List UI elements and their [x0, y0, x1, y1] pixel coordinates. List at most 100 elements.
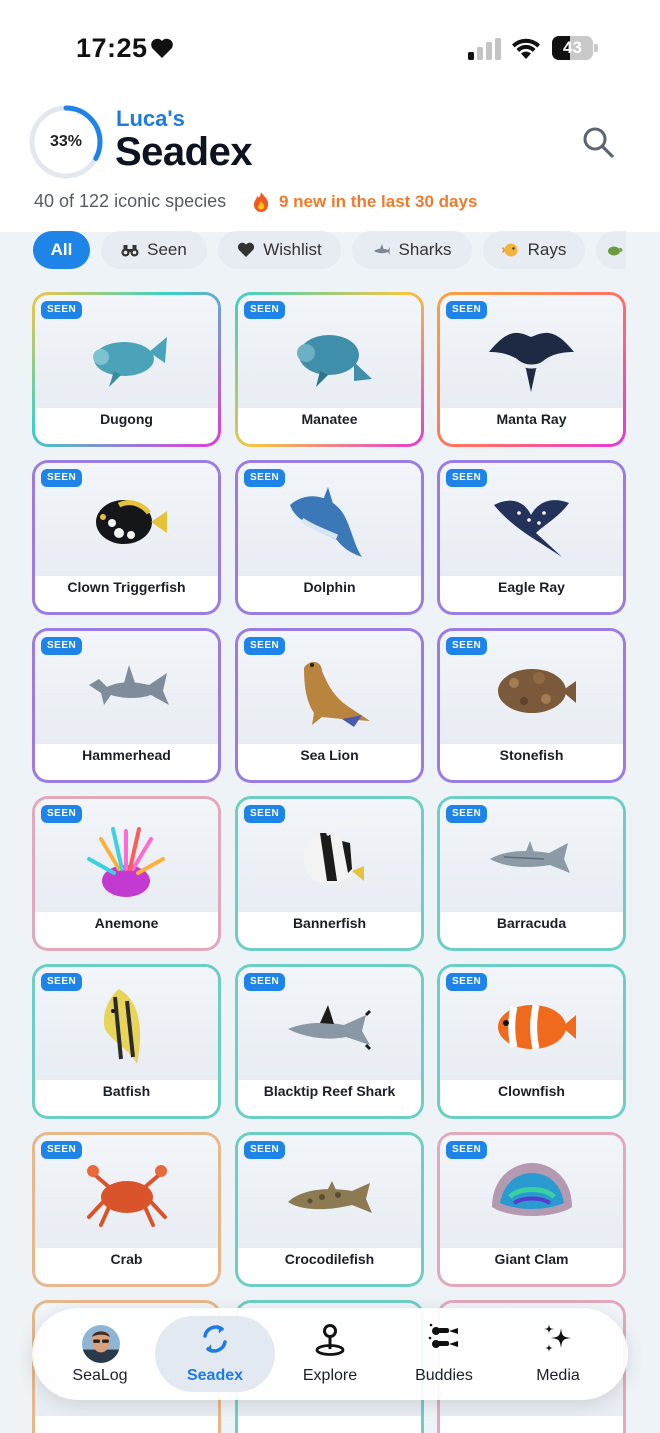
status-bar: 17:25 43: [0, 0, 660, 96]
page-title: Seadex: [115, 130, 253, 174]
seen-badge: SEEN: [244, 805, 286, 823]
manta-ray-icon: [489, 332, 574, 392]
filter-chip-rays[interactable]: Rays: [483, 231, 585, 269]
species-card-dugong[interactable]: SEEN Dugong: [32, 292, 221, 447]
species-card-dolphin[interactable]: SEEN Dolphin: [235, 460, 424, 615]
filter-chip-wishlist[interactable]: Wishlist: [218, 231, 341, 269]
species-name: Stonefish: [499, 747, 564, 763]
tab-bar: SeaLog Seadex Explore Buddies Media: [32, 1308, 628, 1400]
refresh-icon: [203, 1325, 227, 1353]
species-card-body: SEEN Dolphin: [238, 463, 421, 612]
seen-badge: SEEN: [446, 1141, 488, 1159]
seen-badge: SEEN: [446, 637, 488, 655]
turtle-icon: [608, 246, 623, 256]
filter-chip-label: Rays: [527, 240, 567, 259]
species-card-manta-ray[interactable]: SEEN Manta Ray: [437, 292, 626, 447]
filter-chip-more[interactable]: [596, 231, 626, 269]
species-count: 40 of 122 iconic species: [34, 191, 227, 211]
species-card-body: SEEN Anemone: [35, 799, 218, 948]
wifi-icon: [512, 38, 540, 59]
pufferfish-icon: [501, 243, 518, 257]
tab-buddies[interactable]: Buddies: [384, 1308, 504, 1400]
species-card-body: SEEN Manta Ray: [440, 295, 623, 444]
tab-label: Seadex: [186, 1367, 244, 1384]
seen-badge: SEEN: [41, 1141, 83, 1159]
tab-label: Explore: [302, 1367, 358, 1384]
species-card-bannerfish[interactable]: SEEN Bannerfish: [235, 796, 424, 951]
species-name: Bannerfish: [292, 915, 367, 931]
species-card-body: SEEN Clownfish: [440, 967, 623, 1116]
species-name: Blacktip Reef Shark: [263, 1083, 396, 1099]
giant-clam-icon: [492, 1163, 572, 1216]
species-name: Dolphin: [303, 579, 356, 595]
species-name: Clown Triggerfish: [67, 579, 186, 595]
seen-badge: SEEN: [41, 973, 83, 991]
map-pin-icon: [315, 1324, 345, 1356]
battery-indicator: 43: [552, 36, 598, 60]
owner-label: Luca's: [116, 106, 185, 131]
species-name: Hammerhead: [82, 747, 171, 763]
new-species-label: 9 new in the last 30 days: [279, 192, 478, 211]
tab-sealog[interactable]: SeaLog: [40, 1308, 160, 1400]
eagle-ray-icon: [494, 500, 569, 557]
barracuda-icon: [490, 841, 570, 873]
filter-chip-sharks[interactable]: Sharks: [352, 231, 472, 269]
species-card-manatee[interactable]: SEEN Manatee: [235, 292, 424, 447]
status-time: 17:25: [76, 33, 148, 63]
fire-icon: [253, 192, 269, 212]
seen-badge: SEEN: [446, 301, 488, 319]
species-card-eagle-ray[interactable]: SEEN Eagle Ray: [437, 460, 626, 615]
filter-chip-label: Seen: [147, 240, 187, 259]
species-card-body: SEEN Dugong: [35, 295, 218, 444]
seen-badge: SEEN: [244, 637, 286, 655]
species-card-sea-lion[interactable]: SEEN Sea Lion: [235, 628, 424, 783]
species-name: Dugong: [100, 411, 153, 427]
species-card-blacktip-reef-shark[interactable]: SEEN Blacktip Reef Shark: [235, 964, 424, 1119]
seen-badge: SEEN: [41, 805, 83, 823]
species-card-anemone[interactable]: SEEN Anemone: [32, 796, 221, 951]
tab-seadex[interactable]: Seadex: [155, 1316, 275, 1392]
sparkles-icon: [544, 1324, 571, 1352]
species-card-clownfish[interactable]: SEEN Clownfish: [437, 964, 626, 1119]
species-card-crocodilefish[interactable]: SEEN Crocodilefish: [235, 1132, 424, 1287]
species-name: Barracuda: [496, 915, 567, 931]
search-icon[interactable]: [580, 124, 616, 160]
species-card-barracuda[interactable]: SEEN Barracuda: [437, 796, 626, 951]
tab-label: Buddies: [415, 1367, 473, 1384]
species-card-crab[interactable]: SEEN Crab: [32, 1132, 221, 1287]
species-name: Giant Clam: [494, 1251, 569, 1267]
seen-badge: SEEN: [244, 469, 286, 487]
species-name: Crab: [110, 1251, 143, 1267]
seen-badge: SEEN: [244, 1141, 286, 1159]
bannerfish-icon: [304, 817, 375, 884]
filter-chips: All Seen Wishlist Sharks Rays: [0, 230, 626, 270]
avatar: [82, 1325, 120, 1363]
stonefish-icon: [498, 669, 576, 713]
species-card-clown-triggerfish[interactable]: SEEN Clown Triggerfish: [32, 460, 221, 615]
tab-explore[interactable]: Explore: [270, 1308, 390, 1400]
blacktip-reef-shark-icon: [288, 1005, 372, 1051]
clownfish-icon: [498, 1004, 576, 1050]
species-card-body: SEEN Stonefish: [440, 631, 623, 780]
species-card-hammerhead[interactable]: SEEN Hammerhead: [32, 628, 221, 783]
sea-lion-icon: [304, 661, 370, 727]
tab-label: Media: [536, 1367, 580, 1384]
heart-icon: [151, 38, 173, 58]
shark-icon: [373, 244, 390, 255]
filter-chip-seen[interactable]: Seen: [101, 231, 207, 269]
tab-media[interactable]: Media: [498, 1308, 618, 1400]
seen-badge: SEEN: [446, 469, 488, 487]
crocodilefish-icon: [288, 1181, 372, 1213]
seen-badge: SEEN: [41, 637, 83, 655]
species-card-batfish[interactable]: SEEN Batfish: [32, 964, 221, 1119]
species-name: Clownfish: [498, 1083, 565, 1099]
species-card-giant-clam[interactable]: SEEN Giant Clam: [437, 1132, 626, 1287]
species-name: Manatee: [301, 411, 358, 427]
divers-icon: [428, 1323, 458, 1348]
species-card-body: SEEN Barracuda: [440, 799, 623, 948]
crab-icon: [87, 1165, 167, 1227]
binoculars-icon: [121, 245, 139, 257]
species-card-stonefish[interactable]: SEEN Stonefish: [437, 628, 626, 783]
species-card-body: SEEN Hammerhead: [35, 631, 218, 780]
filter-chip-all[interactable]: All: [33, 231, 90, 269]
